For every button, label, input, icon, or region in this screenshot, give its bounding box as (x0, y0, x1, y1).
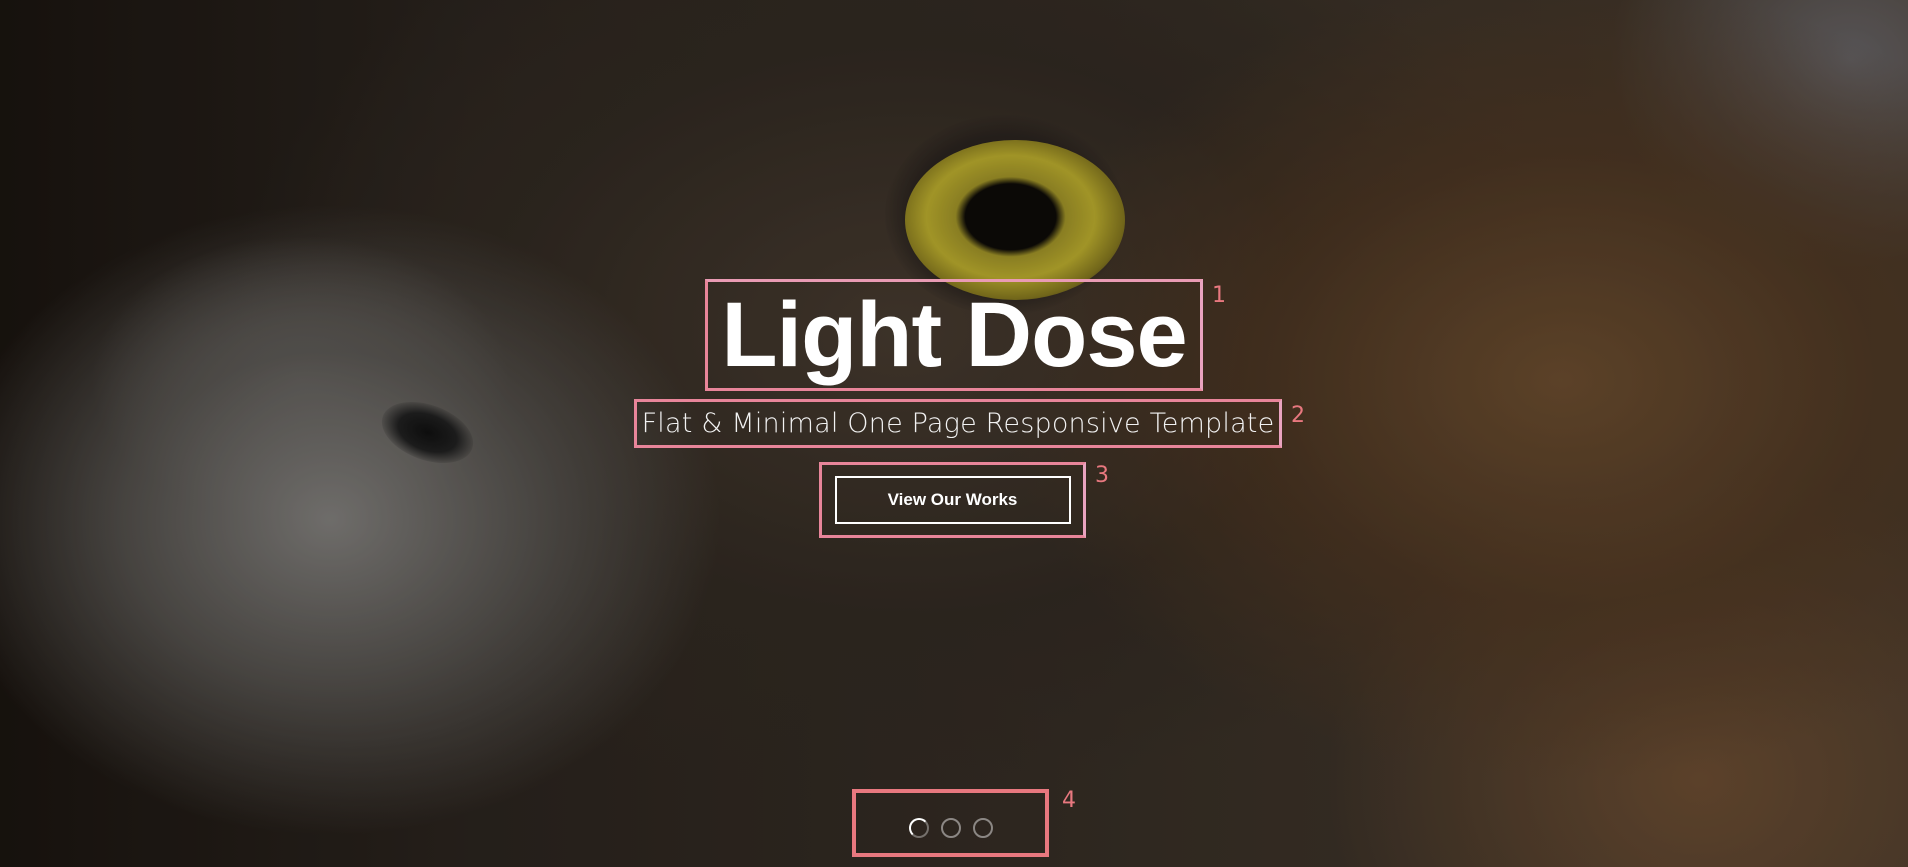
annotation-marker-2: 2 (1291, 403, 1305, 428)
hero-subtitle: Flat & Minimal One Page Responsive Templ… (634, 399, 1282, 448)
annotation-marker-3: 3 (1095, 463, 1109, 488)
annotation-marker-1: 1 (1212, 283, 1226, 308)
view-our-works-button[interactable]: View Our Works (834, 476, 1071, 524)
slider-dot-3[interactable] (972, 818, 993, 838)
hero-section: Light Dose 1 Flat & Minimal One Page Res… (0, 0, 1908, 867)
cta-container: View Our Works (819, 462, 1086, 538)
slider-pagination (852, 789, 1049, 857)
annotation-marker-4: 4 (1062, 788, 1076, 813)
slider-dot-1[interactable] (908, 818, 929, 838)
slider-dot-2[interactable] (940, 818, 961, 838)
hero-title: Light Dose (705, 279, 1203, 391)
